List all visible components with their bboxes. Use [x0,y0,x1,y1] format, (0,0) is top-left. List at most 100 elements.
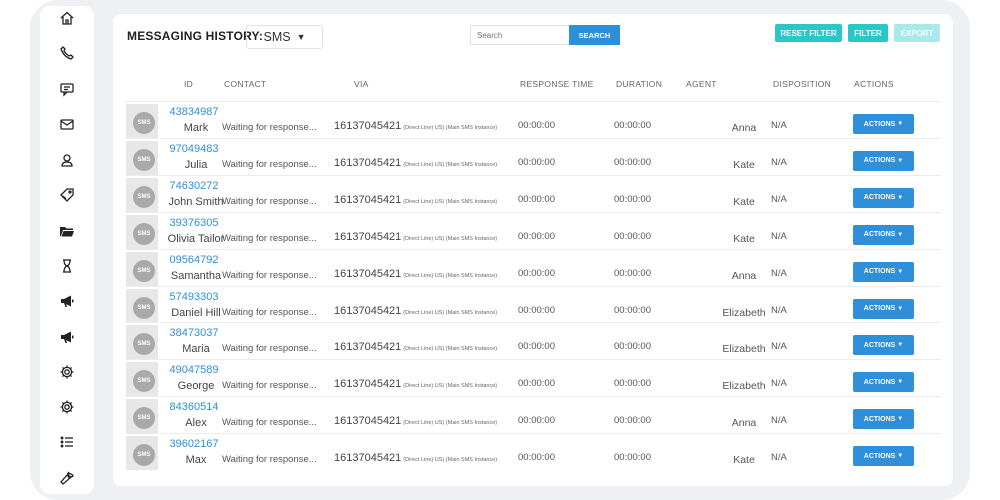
search-button[interactable]: SEARCH [569,25,620,45]
disposition: N/A [771,341,787,353]
disposition: N/A [771,120,787,131]
filter-button[interactable]: FILTER [848,24,888,42]
column-header-contact: CONTACT [224,79,267,89]
megaphone-icon[interactable] [57,327,77,347]
table-row[interactable]: SMS 74630272 John Smith Waiting for respons… [125,176,941,213]
via-instance: (Direct Line) US) (Main SMS Instance) [403,420,498,427]
folder-icon[interactable] [57,221,77,241]
message-id-link[interactable]: 84360514 [165,401,223,413]
table-row[interactable]: SMS 38473037 Maria Waiting for response... 1… [125,323,941,360]
avatar-cell: SMS [126,399,158,434]
table-row[interactable]: SMS 57493303 Daniel Hill Waiting for respon… [125,287,941,324]
mail-icon[interactable] [57,114,77,134]
via-cell: 16137045421 (Direct Line) US) (Main SMS I… [334,157,497,169]
duration: 00:00:00 [614,341,651,353]
channel-select[interactable]: SMS ▼ [246,25,323,49]
table-row[interactable]: SMS 39602167 Max Waiting for response... 161… [125,434,941,471]
via-instance: (Direct Line) US) (Main SMS Instance) [403,309,498,316]
actions-button[interactable]: ACTIONS ▼ [853,224,914,245]
caret-down-icon: ▼ [897,416,904,423]
phone-icon[interactable] [57,43,77,63]
disposition: N/A [771,230,787,242]
channel-select-value: SMS [263,30,291,44]
actions-label: ACTIONS [863,157,896,165]
actions-button[interactable]: ACTIONS ▼ [853,372,914,393]
caret-down-icon: ▼ [897,305,904,312]
response-time: 00:00:00 [518,415,555,427]
search-input[interactable] [470,25,570,45]
table-row[interactable]: SMS 09564792 Samantha Waiting for response.… [125,250,941,287]
tag-icon[interactable] [57,185,77,205]
avatar-cell: SMS [126,104,158,138]
actions-button[interactable]: ACTIONS ▼ [853,187,914,208]
actions-button[interactable]: ACTIONS ▼ [853,150,914,171]
reset-filter-button[interactable]: RESET FILTER [775,24,842,42]
gear-icon[interactable] [57,397,77,417]
contact-status: Waiting for response... [222,343,317,355]
message-id-link[interactable]: 43834987 [165,106,223,118]
message-id-link[interactable]: 74630272 [165,180,223,192]
response-time: 00:00:00 [518,193,555,205]
message-id-link[interactable]: 57493303 [165,291,223,303]
avatar-cell: SMS [126,325,158,360]
sms-avatar: SMS [133,185,155,208]
message-id-link[interactable]: 39602167 [165,438,223,450]
table-row[interactable]: SMS 97049483 Julia Waiting for response... 1… [125,139,941,176]
duration: 00:00:00 [614,120,651,131]
via-cell: 16137045421 (Direct Line) US) (Main SMS I… [334,231,497,243]
table-row[interactable]: SMS 84360514 Alex Waiting for response... 16… [125,397,941,434]
page-title: MESSAGING HISTORY: [127,29,264,43]
disposition: N/A [771,156,787,168]
actions-label: ACTIONS [863,415,896,423]
via-instance: (Direct Line) US) (Main SMS Instance) [403,198,498,205]
sms-avatar: SMS [133,148,155,171]
caret-down-icon: ▼ [897,268,904,275]
column-header-response-time: RESPONSE TIME [520,79,594,89]
megaphone-icon[interactable] [57,291,77,311]
disposition: N/A [771,304,787,316]
via-phone: 16137045421 [334,304,402,317]
actions-button[interactable]: ACTIONS ▼ [853,409,914,430]
sms-avatar: SMS [133,444,155,467]
home-icon[interactable] [57,8,77,28]
list-icon[interactable] [57,432,77,452]
table-row[interactable]: SMS 49047589 George Waiting for response...… [125,360,941,397]
chat-icon[interactable] [57,79,77,99]
wrench-icon[interactable] [57,468,77,488]
gear-icon[interactable] [57,362,77,382]
table-row[interactable]: SMS 43834987 Mark Waiting for response... 16… [125,102,941,139]
sms-avatar: SMS [133,112,155,134]
disposition: N/A [771,378,787,390]
message-id-link[interactable]: 97049483 [165,143,223,155]
via-cell: 16137045421 (Direct Line) US) (Main SMS I… [334,341,497,353]
actions-button[interactable]: ACTIONS ▼ [853,335,914,356]
via-phone: 16137045421 [334,193,402,206]
message-id-link[interactable]: 09564792 [165,254,223,266]
via-cell: 16137045421 (Direct Line) US) (Main SMS I… [334,120,497,132]
actions-button[interactable]: ACTIONS ▼ [853,114,914,134]
contact-status: Waiting for response... [222,158,317,170]
duration: 00:00:00 [614,378,651,390]
message-id-link[interactable]: 39376305 [165,217,223,229]
message-id-link[interactable]: 49047589 [165,364,223,376]
message-id-link[interactable]: 38473037 [165,327,223,339]
column-header-id: ID [184,79,194,89]
table-row[interactable]: SMS 39376305 Olivia Tailor Waiting for resp… [125,213,941,250]
actions-button[interactable]: ACTIONS ▼ [853,261,914,282]
via-cell: 16137045421 (Direct Line) US) (Main SMS I… [334,378,497,390]
actions-label: ACTIONS [863,378,896,386]
via-cell: 16137045421 (Direct Line) US) (Main SMS I… [334,194,497,206]
via-instance: (Direct Line) US) (Main SMS Instance) [403,383,498,390]
disposition: N/A [771,267,787,279]
user-icon[interactable] [57,150,77,170]
caret-down-icon: ▼ [897,379,904,386]
sms-avatar: SMS [133,259,155,282]
duration: 00:00:00 [614,230,651,242]
actions-button[interactable]: ACTIONS ▼ [853,298,914,319]
contact-status: Waiting for response... [222,417,317,429]
export-button[interactable]: EXPORT [894,24,940,42]
hourglass-icon[interactable] [57,256,77,276]
actions-button[interactable]: ACTIONS ▼ [853,446,914,467]
column-header-via: VIA [354,79,369,89]
actions-label: ACTIONS [863,341,896,349]
